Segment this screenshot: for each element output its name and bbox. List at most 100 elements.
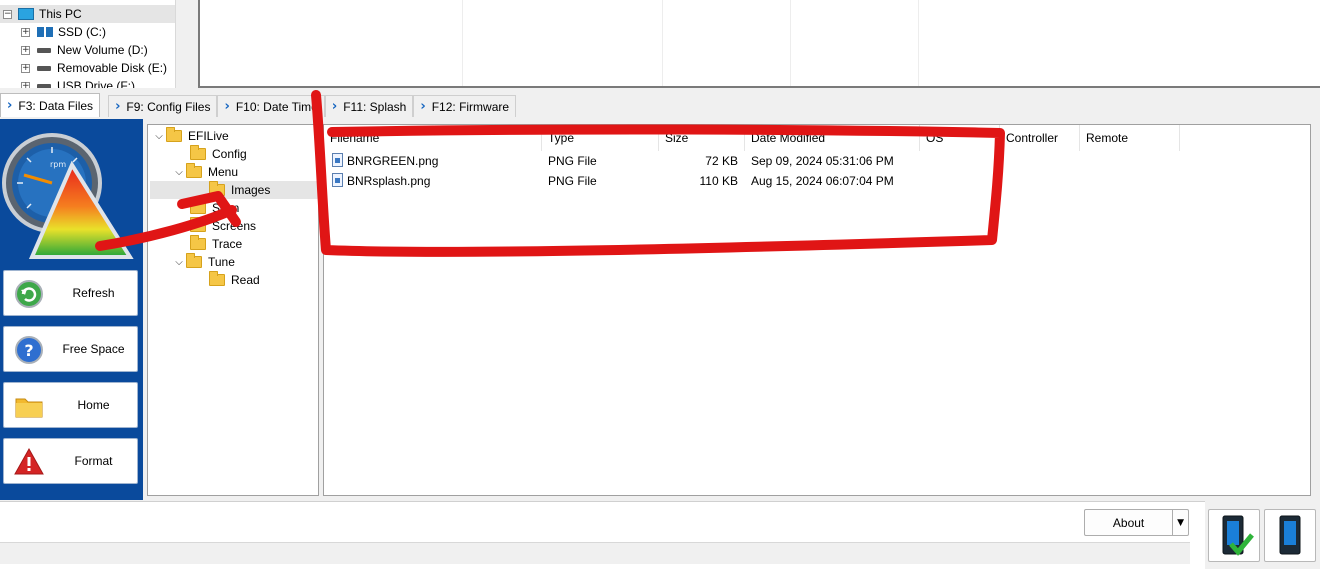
gauge-rpm-text: rpm xyxy=(50,160,66,169)
folder-tree-item-tune[interactable]: ⌵ Tune xyxy=(172,253,235,271)
refresh-icon xyxy=(15,280,43,308)
efilive-explorer-window: − This PC + SSD (C:) + New Volume (D:) +… xyxy=(0,0,1320,569)
chevron-right-icon: › xyxy=(224,99,230,114)
device-button[interactable] xyxy=(1264,509,1316,562)
folder-label: Config xyxy=(212,147,247,161)
tab-firmware[interactable]: › F12: Firmware xyxy=(413,95,517,117)
tab-label: F10: Date Time xyxy=(235,99,318,114)
drive-icon xyxy=(37,83,51,88)
folder-label: Scan xyxy=(212,201,240,215)
folder-icon xyxy=(166,127,182,142)
folder-tree-item-menu[interactable]: ⌵ Menu xyxy=(172,163,238,181)
device-check-icon xyxy=(1222,515,1254,556)
column-header-filename[interactable]: Filename xyxy=(324,125,542,151)
expand-icon[interactable]: + xyxy=(21,27,30,37)
chevron-right-icon: › xyxy=(7,98,13,113)
drive-tree-label: Removable Disk (E:) xyxy=(57,61,168,75)
folder-tree-item-config[interactable]: Config xyxy=(190,145,247,163)
tab-data-files[interactable]: › F3: Data Files xyxy=(0,93,101,117)
device-connected-button[interactable] xyxy=(1208,509,1260,562)
tab-config-files[interactable]: › F9: Config Files xyxy=(108,95,218,117)
free-space-button-label: Free Space xyxy=(62,342,125,356)
help-icon: ? xyxy=(15,336,43,364)
file-row[interactable]: BNRGREEN.png PNG File 72 KB Sep 09, 2024… xyxy=(324,151,924,171)
folder-tree-item-read[interactable]: Read xyxy=(209,271,260,289)
folder-icon xyxy=(190,145,206,160)
column-header-type[interactable]: Type xyxy=(542,125,659,151)
drive-tree-item-new-volume[interactable]: + New Volume (D:) xyxy=(21,41,148,59)
file-row[interactable]: BNRsplash.png PNG File 110 KB Aug 15, 20… xyxy=(324,171,924,191)
ssd-icon xyxy=(37,27,53,37)
chevron-right-icon: › xyxy=(115,99,121,114)
folder-tree-item-images[interactable]: Images xyxy=(150,181,318,199)
column-header-date-modified[interactable]: Date Modified xyxy=(745,125,920,151)
file-date-modified: Aug 15, 2024 06:07:04 PM xyxy=(751,174,894,188)
file-type: PNG File xyxy=(548,174,597,188)
drive-tree-item-ssd[interactable]: + SSD (C:) xyxy=(21,23,106,41)
refresh-button[interactable]: Refresh xyxy=(3,270,138,316)
folder-icon xyxy=(190,199,206,214)
chevron-down-icon[interactable]: ⌵ xyxy=(172,167,186,178)
column-divider xyxy=(918,0,919,86)
folder-tree: ⌵ EFILive Config ⌵ Menu Images Scan Scre… xyxy=(147,124,319,496)
chevron-right-icon: › xyxy=(331,99,338,114)
folder-label: Menu xyxy=(208,165,239,179)
collapse-icon[interactable]: − xyxy=(3,9,12,19)
function-tabs: › F3: Data Files › F9: Config Files › F1… xyxy=(0,93,517,117)
column-header-remote[interactable]: Remote xyxy=(1080,125,1180,151)
tab-label: F3: Data Files xyxy=(18,98,94,113)
column-header-size[interactable]: Size xyxy=(659,125,745,151)
chevron-right-icon: › xyxy=(420,99,426,114)
drive-tree-item-this-pc[interactable]: − This PC xyxy=(0,5,175,23)
monitor-icon xyxy=(18,8,34,20)
drive-tree-label: This PC xyxy=(39,7,82,21)
folder-icon xyxy=(209,271,225,286)
folder-label: Trace xyxy=(212,237,243,251)
pc-file-pane xyxy=(198,0,1320,88)
about-button-label: About xyxy=(1112,515,1145,530)
folder-tree-item-screens[interactable]: Screens xyxy=(190,217,256,235)
column-divider xyxy=(662,0,663,86)
expand-icon[interactable]: + xyxy=(21,45,30,55)
tab-date-time[interactable]: › F10: Date Time xyxy=(217,95,325,117)
drive-tree-label: USB Drive (F:) xyxy=(57,79,135,88)
tab-label: F12: Firmware xyxy=(431,99,510,114)
folder-tree-item-efilive[interactable]: ⌵ EFILive xyxy=(152,127,229,145)
tab-label: F9: Config Files xyxy=(126,99,211,114)
tab-splash[interactable]: › F11: Splash xyxy=(324,95,414,117)
folder-icon xyxy=(190,217,206,232)
column-divider xyxy=(462,0,463,86)
drive-tree-item-removable-disk[interactable]: + Removable Disk (E:) xyxy=(21,59,167,77)
image-file-icon xyxy=(332,173,343,187)
folder-tree-item-trace[interactable]: Trace xyxy=(190,235,242,253)
folder-icon xyxy=(190,235,206,250)
column-header-controller[interactable]: Controller xyxy=(1000,125,1080,151)
dropdown-arrow-icon[interactable]: ▼ xyxy=(1172,510,1188,535)
chevron-down-icon[interactable]: ⌵ xyxy=(172,257,186,268)
expand-icon[interactable]: + xyxy=(21,81,30,88)
about-button[interactable]: About ▼ xyxy=(1084,509,1189,536)
drive-tree-item-usb-drive[interactable]: + USB Drive (F:) xyxy=(21,77,135,88)
folder-tree-item-scan[interactable]: Scan xyxy=(190,199,239,217)
action-sidebar: rpm Refresh ? Free Space Home Format xyxy=(0,119,143,500)
status-bar xyxy=(0,542,1190,564)
column-header-os[interactable]: OS xyxy=(920,125,1000,151)
refresh-button-label: Refresh xyxy=(72,286,115,300)
svg-text:?: ? xyxy=(24,341,33,360)
format-button[interactable]: Format xyxy=(3,438,138,484)
folder-icon xyxy=(186,163,202,178)
chevron-down-icon[interactable]: ⌵ xyxy=(152,131,166,142)
tab-label: F11: Splash xyxy=(343,99,407,114)
home-button-label: Home xyxy=(77,398,110,412)
column-divider xyxy=(790,0,791,86)
drive-icon xyxy=(37,47,51,53)
file-name: BNRsplash.png xyxy=(347,174,431,188)
home-button[interactable]: Home xyxy=(3,382,138,428)
file-name: BNRGREEN.png xyxy=(347,154,439,168)
file-type: PNG File xyxy=(548,154,597,168)
free-space-button[interactable]: ? Free Space xyxy=(3,326,138,372)
image-file-icon xyxy=(332,153,343,167)
file-size: 110 KB xyxy=(699,174,738,188)
drive-tree-label: SSD (C:) xyxy=(58,25,106,39)
expand-icon[interactable]: + xyxy=(21,63,30,73)
